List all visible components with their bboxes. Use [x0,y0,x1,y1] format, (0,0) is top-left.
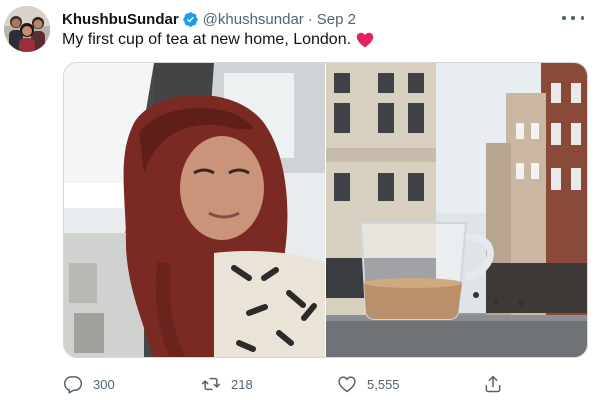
reply-icon [63,374,83,394]
tweet-header: KhushbuSundar @khushsundar · Sep 2 [62,9,356,29]
photo-selfie[interactable] [64,63,325,357]
retweet-button[interactable]: 218 [201,372,253,396]
tweet-date[interactable]: Sep 2 [317,11,356,28]
like-count: 5,555 [367,376,400,392]
more-options-icon[interactable] [562,8,584,28]
like-button[interactable]: 5,555 [337,372,400,396]
verified-badge-icon [182,11,199,28]
reply-button[interactable]: 300 [63,372,115,396]
red-heart-emoji-icon [356,32,374,48]
heart-icon [337,374,357,394]
tweet-text: My first cup of tea at new home, London. [62,31,352,48]
tweet: KhushbuSundar @khushsundar · Sep 2 My fi… [0,0,600,400]
tweet-text-row: My first cup of tea at new home, London. [62,31,374,49]
retweet-icon [201,374,221,394]
separator-dot: · [307,10,313,28]
handle[interactable]: @khushsundar [203,11,304,28]
photo-tea-cup[interactable] [326,63,587,357]
avatar[interactable] [4,6,50,52]
tweet-media [63,62,588,358]
avatar-image [4,6,50,52]
reply-count: 300 [93,376,115,392]
display-name[interactable]: KhushbuSundar [62,11,179,28]
tweet-actions: 300 218 5,555 [63,372,588,396]
share-icon [483,374,503,394]
retweet-count: 218 [231,376,253,392]
share-button[interactable] [483,372,503,396]
